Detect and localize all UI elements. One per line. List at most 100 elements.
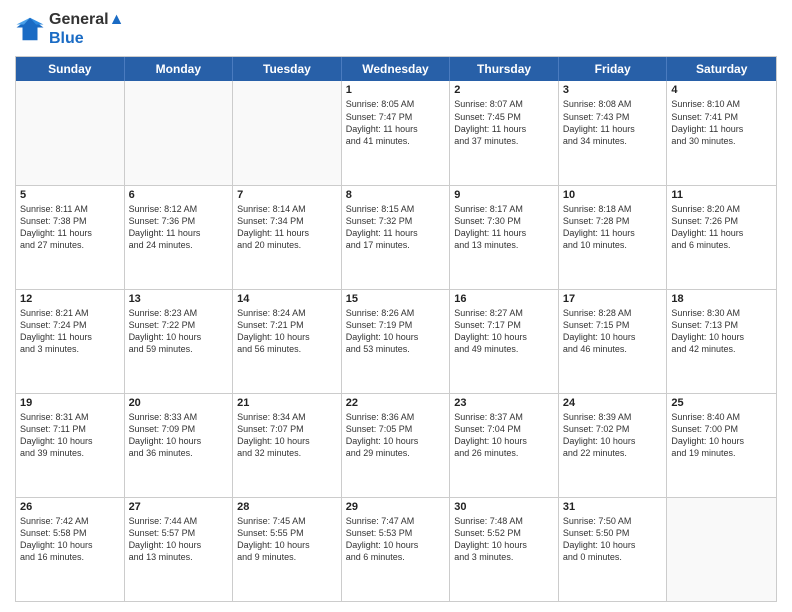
calendar-cell: 18 Sunrise: 8:30 AM Sunset: 7:13 PM Dayli… bbox=[667, 290, 776, 393]
cell-info: Sunrise: 7:50 AM Sunset: 5:50 PM Dayligh… bbox=[563, 515, 663, 564]
calendar-cell: 10Sunrise: 8:18 AM Sunset: 7:28 PM Dayli… bbox=[559, 186, 668, 289]
calendar-cell: 11Sunrise: 8:20 AM Sunset: 7:26 PM Dayli… bbox=[667, 186, 776, 289]
day-number: 30 bbox=[454, 501, 554, 513]
calendar-cell: 7 Sunrise: 8:14 AM Sunset: 7:34 PM Daylig… bbox=[233, 186, 342, 289]
cell-info: Sunrise: 8:11 AM Sunset: 7:38 PM Dayligh… bbox=[20, 203, 120, 252]
cell-info: Sunrise: 7:47 AM Sunset: 5:53 PM Dayligh… bbox=[346, 515, 446, 564]
calendar-row: 19Sunrise: 8:31 AM Sunset: 7:11 PM Dayli… bbox=[16, 394, 776, 498]
day-number: 22 bbox=[346, 397, 446, 409]
day-number: 18 bbox=[671, 293, 772, 305]
calendar-cell: 27Sunrise: 7:44 AM Sunset: 5:57 PM Dayli… bbox=[125, 498, 234, 601]
weekday-header: Tuesday bbox=[233, 57, 342, 81]
calendar-row: 12 Sunrise: 8:21 AM Sunset: 7:24 PM Dayli… bbox=[16, 290, 776, 394]
cell-info: Sunrise: 8:12 AM Sunset: 7:36 PM Dayligh… bbox=[129, 203, 229, 252]
day-number: 27 bbox=[129, 501, 229, 513]
cell-info: Sunrise: 8:28 AM Sunset: 7:15 PM Dayligh… bbox=[563, 307, 663, 356]
cell-info: Sunrise: 8:30 AM Sunset: 7:13 PM Dayligh… bbox=[671, 307, 772, 356]
calendar-cell bbox=[125, 81, 234, 184]
weekday-header: Sunday bbox=[16, 57, 125, 81]
calendar-cell: 12 Sunrise: 8:21 AM Sunset: 7:24 PM Dayli… bbox=[16, 290, 125, 393]
cell-info: Sunrise: 8:08 AM Sunset: 7:43 PM Dayligh… bbox=[563, 98, 663, 147]
weekday-header: Thursday bbox=[450, 57, 559, 81]
cell-info: Sunrise: 8:23 AM Sunset: 7:22 PM Dayligh… bbox=[129, 307, 229, 356]
day-number: 20 bbox=[129, 397, 229, 409]
calendar-cell: 8 Sunrise: 8:15 AM Sunset: 7:32 PM Daylig… bbox=[342, 186, 451, 289]
calendar-cell: 19Sunrise: 8:31 AM Sunset: 7:11 PM Dayli… bbox=[16, 394, 125, 497]
calendar-row: 26 Sunrise: 7:42 AM Sunset: 5:58 PM Dayli… bbox=[16, 498, 776, 601]
calendar-cell: 14 Sunrise: 8:24 AM Sunset: 7:21 PM Dayli… bbox=[233, 290, 342, 393]
calendar-cell: 6Sunrise: 8:12 AM Sunset: 7:36 PM Daylig… bbox=[125, 186, 234, 289]
calendar-cell: 23 Sunrise: 8:37 AM Sunset: 7:04 PM Dayli… bbox=[450, 394, 559, 497]
cell-info: Sunrise: 8:37 AM Sunset: 7:04 PM Dayligh… bbox=[454, 411, 554, 460]
day-number: 15 bbox=[346, 293, 446, 305]
calendar-cell: 20 Sunrise: 8:33 AM Sunset: 7:09 PM Dayli… bbox=[125, 394, 234, 497]
cell-info: Sunrise: 8:07 AM Sunset: 7:45 PM Dayligh… bbox=[454, 98, 554, 147]
calendar-cell: 22 Sunrise: 8:36 AM Sunset: 7:05 PM Dayli… bbox=[342, 394, 451, 497]
cell-info: Sunrise: 8:26 AM Sunset: 7:19 PM Dayligh… bbox=[346, 307, 446, 356]
calendar-cell bbox=[667, 498, 776, 601]
cell-info: Sunrise: 8:05 AM Sunset: 7:47 PM Dayligh… bbox=[346, 98, 446, 147]
cell-info: Sunrise: 8:21 AM Sunset: 7:24 PM Dayligh… bbox=[20, 307, 120, 356]
day-number: 8 bbox=[346, 189, 446, 201]
calendar-cell: 3 Sunrise: 8:08 AM Sunset: 7:43 PM Daylig… bbox=[559, 81, 668, 184]
calendar-cell: 17 Sunrise: 8:28 AM Sunset: 7:15 PM Dayli… bbox=[559, 290, 668, 393]
weekday-header: Monday bbox=[125, 57, 234, 81]
calendar: SundayMondayTuesdayWednesdayThursdayFrid… bbox=[15, 56, 777, 602]
cell-info: Sunrise: 8:39 AM Sunset: 7:02 PM Dayligh… bbox=[563, 411, 663, 460]
day-number: 16 bbox=[454, 293, 554, 305]
day-number: 12 bbox=[20, 293, 120, 305]
page-header: General▲ Blue bbox=[15, 10, 777, 48]
cell-info: Sunrise: 8:33 AM Sunset: 7:09 PM Dayligh… bbox=[129, 411, 229, 460]
calendar-row: 1 Sunrise: 8:05 AM Sunset: 7:47 PM Daylig… bbox=[16, 81, 776, 185]
cell-info: Sunrise: 7:45 AM Sunset: 5:55 PM Dayligh… bbox=[237, 515, 337, 564]
cell-info: Sunrise: 8:20 AM Sunset: 7:26 PM Dayligh… bbox=[671, 203, 772, 252]
day-number: 26 bbox=[20, 501, 120, 513]
day-number: 7 bbox=[237, 189, 337, 201]
cell-info: Sunrise: 8:10 AM Sunset: 7:41 PM Dayligh… bbox=[671, 98, 772, 147]
logo: General▲ Blue bbox=[15, 10, 124, 48]
day-number: 2 bbox=[454, 84, 554, 96]
cell-info: Sunrise: 8:17 AM Sunset: 7:30 PM Dayligh… bbox=[454, 203, 554, 252]
day-number: 17 bbox=[563, 293, 663, 305]
calendar-cell bbox=[233, 81, 342, 184]
calendar-cell: 30 Sunrise: 7:48 AM Sunset: 5:52 PM Dayli… bbox=[450, 498, 559, 601]
day-number: 14 bbox=[237, 293, 337, 305]
day-number: 25 bbox=[671, 397, 772, 409]
day-number: 5 bbox=[20, 189, 120, 201]
day-number: 3 bbox=[563, 84, 663, 96]
calendar-cell: 21 Sunrise: 8:34 AM Sunset: 7:07 PM Dayli… bbox=[233, 394, 342, 497]
cell-info: Sunrise: 7:48 AM Sunset: 5:52 PM Dayligh… bbox=[454, 515, 554, 564]
calendar-cell: 1 Sunrise: 8:05 AM Sunset: 7:47 PM Daylig… bbox=[342, 81, 451, 184]
day-number: 21 bbox=[237, 397, 337, 409]
day-number: 28 bbox=[237, 501, 337, 513]
cell-info: Sunrise: 8:18 AM Sunset: 7:28 PM Dayligh… bbox=[563, 203, 663, 252]
calendar-cell bbox=[16, 81, 125, 184]
cell-info: Sunrise: 8:15 AM Sunset: 7:32 PM Dayligh… bbox=[346, 203, 446, 252]
cell-info: Sunrise: 7:42 AM Sunset: 5:58 PM Dayligh… bbox=[20, 515, 120, 564]
calendar-cell: 2 Sunrise: 8:07 AM Sunset: 7:45 PM Daylig… bbox=[450, 81, 559, 184]
day-number: 13 bbox=[129, 293, 229, 305]
day-number: 29 bbox=[346, 501, 446, 513]
day-number: 1 bbox=[346, 84, 446, 96]
calendar-cell: 24 Sunrise: 8:39 AM Sunset: 7:02 PM Dayli… bbox=[559, 394, 668, 497]
day-number: 23 bbox=[454, 397, 554, 409]
day-number: 19 bbox=[20, 397, 120, 409]
day-number: 9 bbox=[454, 189, 554, 201]
calendar-row: 5 Sunrise: 8:11 AM Sunset: 7:38 PM Daylig… bbox=[16, 186, 776, 290]
cell-info: Sunrise: 8:36 AM Sunset: 7:05 PM Dayligh… bbox=[346, 411, 446, 460]
calendar-body: 1 Sunrise: 8:05 AM Sunset: 7:47 PM Daylig… bbox=[16, 81, 776, 601]
cell-info: Sunrise: 8:27 AM Sunset: 7:17 PM Dayligh… bbox=[454, 307, 554, 356]
cell-info: Sunrise: 8:40 AM Sunset: 7:00 PM Dayligh… bbox=[671, 411, 772, 460]
cell-info: Sunrise: 8:34 AM Sunset: 7:07 PM Dayligh… bbox=[237, 411, 337, 460]
logo-icon bbox=[15, 14, 45, 44]
day-number: 24 bbox=[563, 397, 663, 409]
calendar-cell: 16 Sunrise: 8:27 AM Sunset: 7:17 PM Dayli… bbox=[450, 290, 559, 393]
cell-info: Sunrise: 8:24 AM Sunset: 7:21 PM Dayligh… bbox=[237, 307, 337, 356]
calendar-cell: 26 Sunrise: 7:42 AM Sunset: 5:58 PM Dayli… bbox=[16, 498, 125, 601]
calendar-cell: 15 Sunrise: 8:26 AM Sunset: 7:19 PM Dayli… bbox=[342, 290, 451, 393]
cell-info: Sunrise: 8:14 AM Sunset: 7:34 PM Dayligh… bbox=[237, 203, 337, 252]
calendar-cell: 5 Sunrise: 8:11 AM Sunset: 7:38 PM Daylig… bbox=[16, 186, 125, 289]
weekday-header: Saturday bbox=[667, 57, 776, 81]
calendar-cell: 28 Sunrise: 7:45 AM Sunset: 5:55 PM Dayli… bbox=[233, 498, 342, 601]
weekday-header: Friday bbox=[559, 57, 668, 81]
